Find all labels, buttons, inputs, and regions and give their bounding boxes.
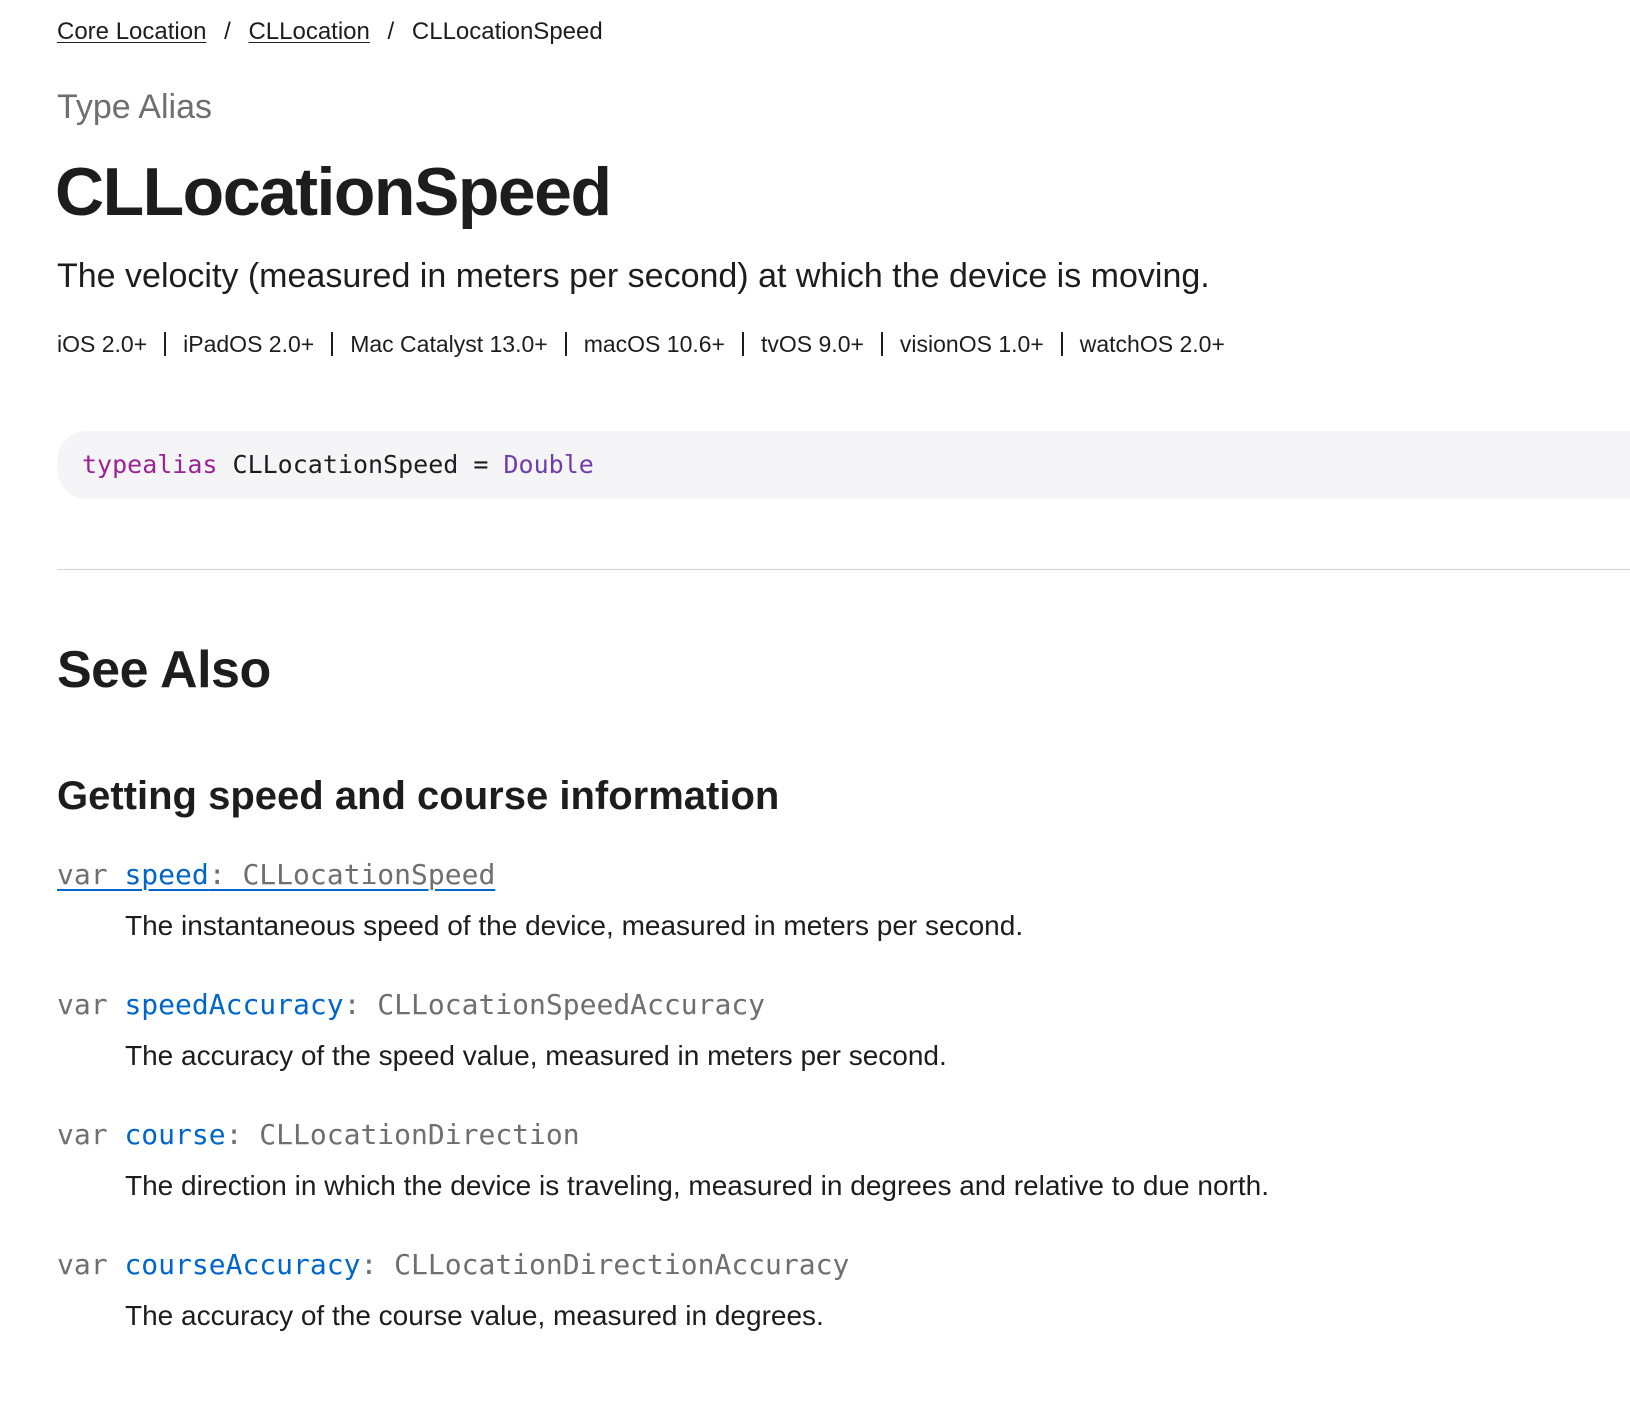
topic-list: var speed: CLLocationSpeed The instantan… (57, 855, 1577, 1375)
platform-divider (880, 332, 883, 356)
topic-item-speed-accuracy: var speedAccuracy: CLLocationSpeedAccura… (57, 985, 1577, 1115)
declaration-name: CLLocationSpeed (232, 450, 459, 479)
topic-name: speed (124, 858, 209, 891)
breadcrumb-link-core-location[interactable]: Core Location (57, 18, 206, 45)
topic-group-heading: Getting speed and course information (57, 774, 780, 818)
platform-divider (564, 332, 567, 356)
topic-link-speed-accuracy[interactable]: var speedAccuracy: CLLocationSpeedAccura… (57, 985, 765, 1025)
topic-name: course (124, 1118, 226, 1151)
platform-ios: iOS 2.0+ (57, 331, 148, 357)
topic-keyword: var (57, 988, 108, 1021)
platform-divider (164, 332, 167, 356)
topic-keyword: var (57, 858, 108, 891)
see-also-heading: See Also (57, 641, 271, 699)
platform-divider (331, 332, 334, 356)
topic-abstract: The direction in which the device is tra… (125, 1170, 1269, 1201)
topic-name: courseAccuracy (124, 1248, 361, 1281)
topic-name: speedAccuracy (124, 988, 344, 1021)
topic-item-speed: var speed: CLLocationSpeed The instantan… (57, 855, 1577, 985)
page-abstract: The velocity (measured in meters per sec… (57, 257, 1210, 295)
platform-watchos: watchOS 2.0+ (1079, 331, 1225, 357)
symbol-kind-eyebrow: Type Alias (57, 88, 212, 126)
platform-mac-catalyst: Mac Catalyst 13.0+ (350, 331, 548, 357)
topic-type: : CLLocationDirectionAccuracy (360, 1248, 850, 1281)
topic-abstract: The instantaneous speed of the device, m… (125, 910, 1024, 941)
breadcrumb-separator: / (224, 18, 231, 45)
declaration-type[interactable]: Double (504, 450, 594, 479)
declaration-operator: = (473, 450, 489, 479)
breadcrumb-current: CLLocationSpeed (411, 18, 603, 45)
declaration-keyword: typealias (82, 450, 218, 479)
topic-keyword: var (57, 1118, 108, 1151)
page-title: CLLocationSpeed (55, 154, 612, 230)
topic-type: : CLLocationSpeed (208, 858, 496, 891)
platform-tvos: tvOS 9.0+ (761, 331, 864, 357)
platform-macos: macOS 10.6+ (583, 331, 725, 357)
platform-divider (1060, 332, 1063, 356)
topic-abstract: The accuracy of the course value, measur… (125, 1300, 824, 1331)
topic-type: : CLLocationDirection (225, 1118, 580, 1151)
platform-availability: iOS 2.0+ iPadOS 2.0+ Mac Catalyst 13.0+ … (57, 328, 1225, 360)
breadcrumb: Core Location / CLLocation / CLLocationS… (57, 16, 603, 48)
platform-divider (742, 332, 744, 356)
topic-abstract: The accuracy of the speed value, measure… (125, 1040, 947, 1071)
breadcrumb-separator: / (387, 18, 395, 45)
platform-ipados: iPadOS 2.0+ (183, 331, 315, 357)
topic-item-course: var course: CLLocationDirection The dire… (57, 1115, 1577, 1245)
platform-visionos: visionOS 1.0+ (899, 331, 1044, 357)
breadcrumb-link-cllocation[interactable]: CLLocation (248, 18, 369, 45)
declaration-code-block: typealias CLLocationSpeed = Double (57, 431, 1630, 499)
topic-link-course-accuracy[interactable]: var courseAccuracy: CLLocationDirectionA… (57, 1245, 849, 1285)
topic-type: : CLLocationSpeedAccuracy (343, 988, 766, 1021)
section-divider (57, 569, 1630, 570)
topic-keyword: var (57, 1248, 108, 1281)
topic-item-course-accuracy: var courseAccuracy: CLLocationDirectionA… (57, 1245, 1577, 1375)
topic-link-speed[interactable]: var speed: CLLocationSpeed (57, 855, 495, 895)
topic-link-course[interactable]: var course: CLLocationDirection (57, 1115, 580, 1155)
